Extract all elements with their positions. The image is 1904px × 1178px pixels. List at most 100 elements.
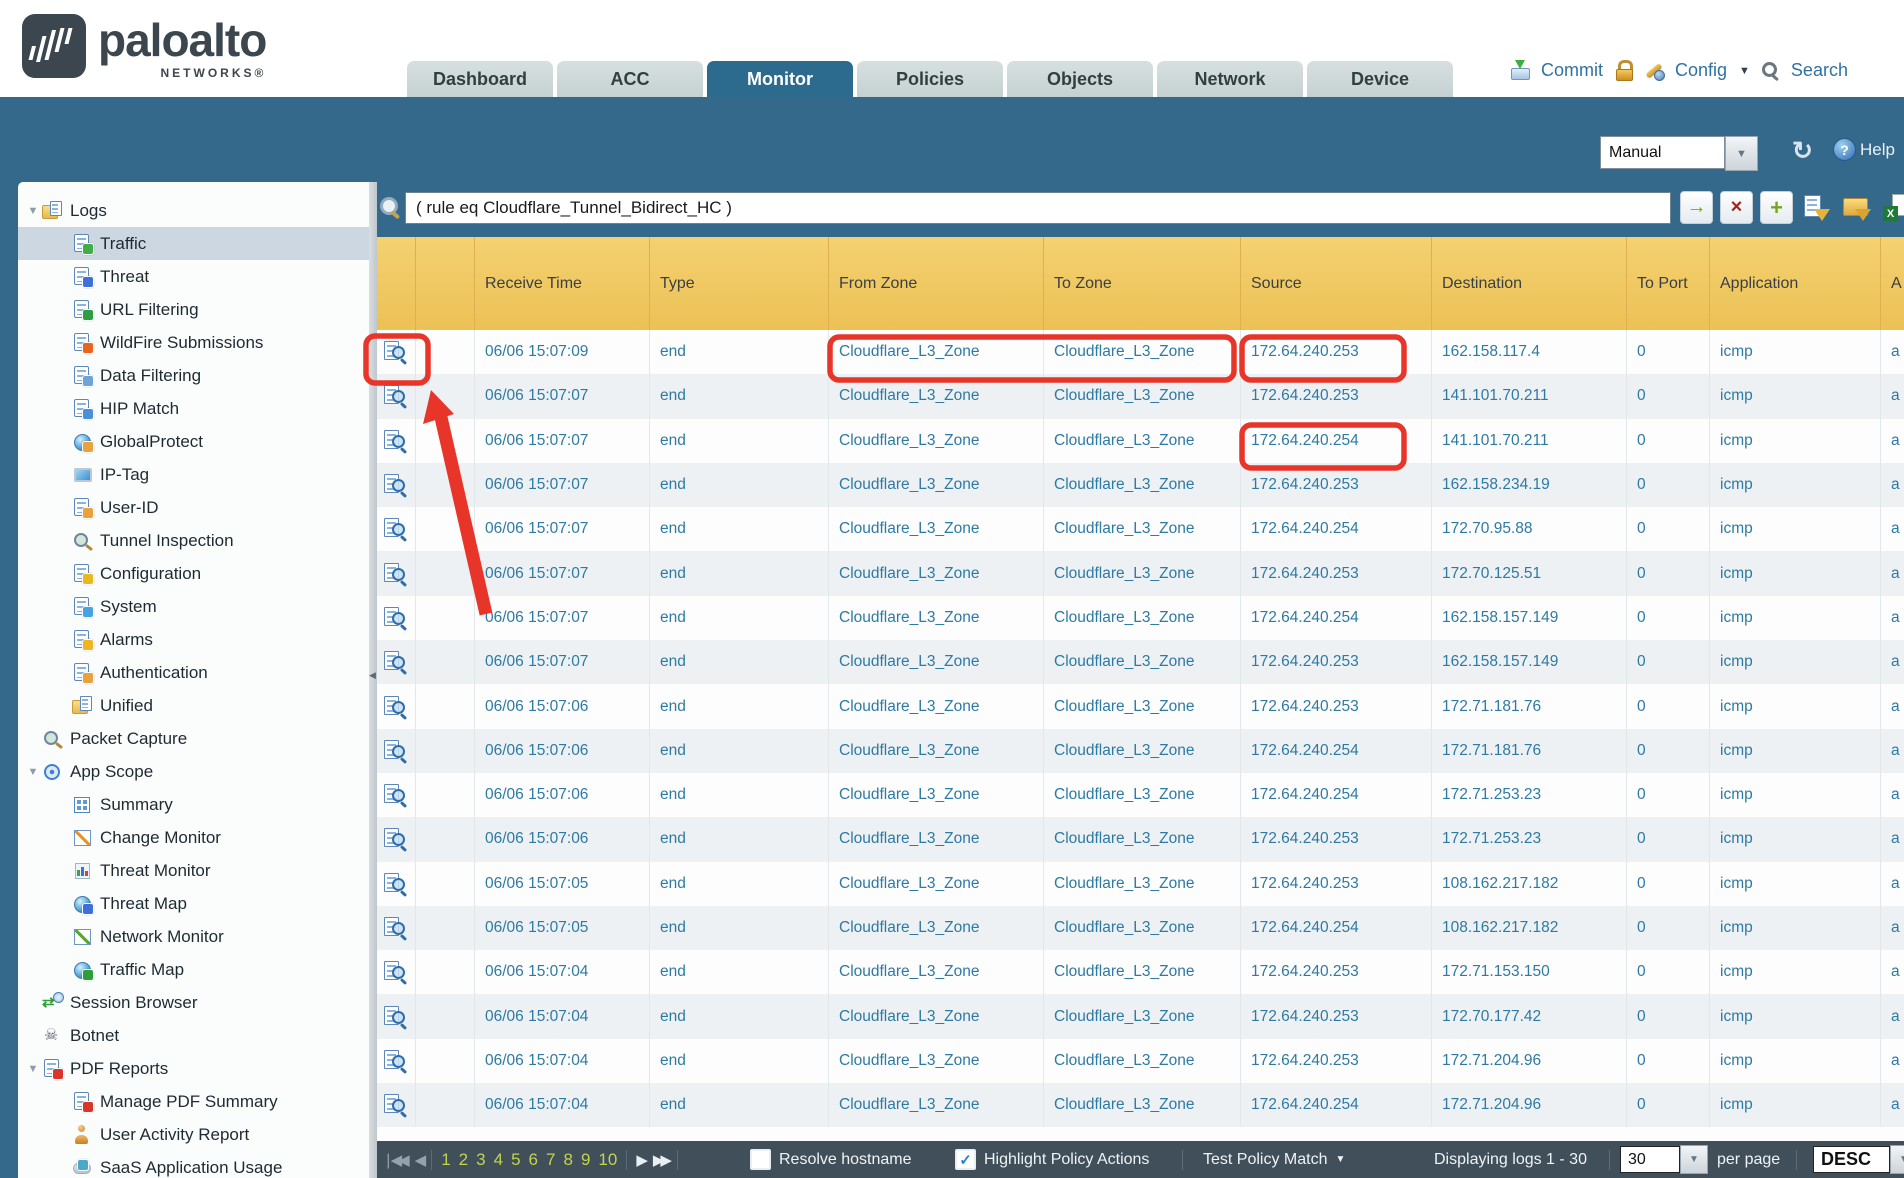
- tab-objects[interactable]: Objects: [1007, 61, 1153, 97]
- sidebar-item-session-browser[interactable]: Session Browser: [18, 986, 369, 1019]
- log-row[interactable]: 06/06 15:07:06endCloudflare_L3_ZoneCloud…: [377, 773, 1904, 817]
- clear-filter-button[interactable]: ×: [1720, 191, 1753, 224]
- log-detail-icon[interactable]: [383, 827, 407, 851]
- refresh-mode-select[interactable]: Manual ▼: [1600, 136, 1758, 171]
- expander-icon[interactable]: ▼: [24, 205, 42, 217]
- expander-icon[interactable]: ▼: [24, 1063, 42, 1075]
- log-row[interactable]: 06/06 15:07:07endCloudflare_L3_ZoneCloud…: [377, 596, 1904, 640]
- log-row[interactable]: 06/06 15:07:05endCloudflare_L3_ZoneCloud…: [377, 862, 1904, 906]
- refresh-icon[interactable]: ↻: [1792, 136, 1813, 167]
- log-detail-icon[interactable]: [383, 473, 407, 497]
- resolve-hostname-checkbox[interactable]: [750, 1149, 771, 1170]
- log-detail-icon[interactable]: [383, 384, 407, 408]
- export-button[interactable]: [1880, 191, 1904, 224]
- sidebar-item-tunnel-inspection[interactable]: Tunnel Inspection: [18, 524, 369, 557]
- sidebar-item-logs[interactable]: ▼Logs: [18, 194, 369, 227]
- expander-icon[interactable]: ▼: [24, 766, 42, 778]
- sidebar-item-wildfire-submissions[interactable]: WildFire Submissions: [18, 326, 369, 359]
- page-number-7[interactable]: 7: [546, 1150, 555, 1170]
- sort-order-select[interactable]: DESC: [1813, 1146, 1890, 1173]
- log-row[interactable]: 06/06 15:07:05endCloudflare_L3_ZoneCloud…: [377, 906, 1904, 950]
- sidebar-item-saas-application-usage[interactable]: SaaS Application Usage: [18, 1151, 369, 1178]
- log-detail-icon[interactable]: [383, 695, 407, 719]
- sidebar-item-botnet[interactable]: Botnet: [18, 1019, 369, 1052]
- page-number-3[interactable]: 3: [476, 1150, 485, 1170]
- test-policy-match-button[interactable]: Test Policy Match: [1203, 1151, 1327, 1169]
- filter-builder-button[interactable]: [1800, 191, 1833, 224]
- log-row[interactable]: 06/06 15:07:06endCloudflare_L3_ZoneCloud…: [377, 729, 1904, 773]
- log-row[interactable]: 06/06 15:07:07endCloudflare_L3_ZoneCloud…: [377, 507, 1904, 551]
- column-header-source[interactable]: Source: [1241, 237, 1432, 330]
- tab-policies[interactable]: Policies: [857, 61, 1003, 97]
- log-row[interactable]: 06/06 15:07:07endCloudflare_L3_ZoneCloud…: [377, 419, 1904, 463]
- log-row[interactable]: 06/06 15:07:07endCloudflare_L3_ZoneCloud…: [377, 551, 1904, 595]
- column-header-a[interactable]: A: [1881, 237, 1904, 330]
- sidebar-item-alarms[interactable]: Alarms: [18, 623, 369, 656]
- tab-device[interactable]: Device: [1307, 61, 1453, 97]
- column-header-application[interactable]: Application: [1710, 237, 1881, 330]
- column-header-destination[interactable]: Destination: [1432, 237, 1627, 330]
- log-detail-icon[interactable]: [383, 340, 407, 364]
- log-row[interactable]: 06/06 15:07:06endCloudflare_L3_ZoneCloud…: [377, 684, 1904, 728]
- sidebar-item-manage-pdf-summary[interactable]: Manage PDF Summary: [18, 1085, 369, 1118]
- log-detail-icon[interactable]: [383, 739, 407, 763]
- page-number-6[interactable]: 6: [529, 1150, 538, 1170]
- log-row[interactable]: 06/06 15:07:07endCloudflare_L3_ZoneCloud…: [377, 463, 1904, 507]
- sidebar-item-data-filtering[interactable]: Data Filtering: [18, 359, 369, 392]
- column-header-0[interactable]: [377, 237, 416, 330]
- help-icon[interactable]: ?: [1833, 138, 1856, 161]
- add-filter-button[interactable]: +: [1760, 191, 1793, 224]
- sidebar-item-traffic[interactable]: Traffic: [18, 227, 369, 260]
- prev-page-icon[interactable]: ◀: [415, 1151, 423, 1169]
- sidebar-item-pdf-reports[interactable]: ▼PDF Reports: [18, 1052, 369, 1085]
- log-row[interactable]: 06/06 15:07:09endCloudflare_L3_ZoneCloud…: [377, 330, 1904, 374]
- sidebar-item-unified[interactable]: Unified: [18, 689, 369, 722]
- page-number-2[interactable]: 2: [459, 1150, 468, 1170]
- page-number-8[interactable]: 8: [563, 1150, 572, 1170]
- page-number-10[interactable]: 10: [598, 1150, 617, 1170]
- log-row[interactable]: 06/06 15:07:06endCloudflare_L3_ZoneCloud…: [377, 817, 1904, 861]
- sidebar-item-configuration[interactable]: Configuration: [18, 557, 369, 590]
- sidebar-item-url-filtering[interactable]: URL Filtering: [18, 293, 369, 326]
- lock-icon[interactable]: [1613, 60, 1634, 81]
- log-detail-icon[interactable]: [383, 429, 407, 453]
- sidebar-item-change-monitor[interactable]: Change Monitor: [18, 821, 369, 854]
- sidebar-item-threat-map[interactable]: Threat Map: [18, 887, 369, 920]
- tab-acc[interactable]: ACC: [557, 61, 703, 97]
- tab-network[interactable]: Network: [1157, 61, 1303, 97]
- last-page-icon[interactable]: ▶▶: [653, 1151, 668, 1169]
- log-row[interactable]: 06/06 15:07:07endCloudflare_L3_ZoneCloud…: [377, 374, 1904, 418]
- page-number-9[interactable]: 9: [581, 1150, 590, 1170]
- sidebar-item-threat[interactable]: Threat: [18, 260, 369, 293]
- highlight-policy-actions-checkbox[interactable]: [955, 1149, 976, 1170]
- log-detail-icon[interactable]: [383, 960, 407, 984]
- sidebar-item-ip-tag[interactable]: IP-Tag: [18, 458, 369, 491]
- column-header-1[interactable]: [416, 237, 475, 330]
- collapse-sidebar-icon[interactable]: ◀: [369, 670, 376, 681]
- log-detail-icon[interactable]: [383, 916, 407, 940]
- sidebar-item-app-scope[interactable]: ▼App Scope: [18, 755, 369, 788]
- sidebar-item-authentication[interactable]: Authentication: [18, 656, 369, 689]
- config-button[interactable]: Config: [1675, 60, 1727, 81]
- log-row[interactable]: 06/06 15:07:04endCloudflare_L3_ZoneCloud…: [377, 950, 1904, 994]
- apply-filter-button[interactable]: →: [1680, 191, 1713, 224]
- column-header-type[interactable]: Type: [650, 237, 829, 330]
- column-header-from-zone[interactable]: From Zone: [829, 237, 1044, 330]
- log-detail-icon[interactable]: [383, 1005, 407, 1029]
- sidebar-item-globalprotect[interactable]: GlobalProtect: [18, 425, 369, 458]
- log-filter-input[interactable]: [405, 192, 1671, 224]
- log-detail-icon[interactable]: [383, 650, 407, 674]
- column-header-receive-time[interactable]: Receive Time: [475, 237, 650, 330]
- log-detail-icon[interactable]: [383, 1093, 407, 1117]
- sidebar-splitter[interactable]: ◀: [369, 182, 377, 1178]
- sidebar-item-user-activity-report[interactable]: User Activity Report: [18, 1118, 369, 1151]
- column-header-to-port[interactable]: To Port: [1627, 237, 1710, 330]
- sidebar-item-hip-match[interactable]: HIP Match: [18, 392, 369, 425]
- log-row[interactable]: 06/06 15:07:07endCloudflare_L3_ZoneCloud…: [377, 640, 1904, 684]
- log-detail-icon[interactable]: [383, 562, 407, 586]
- log-row[interactable]: 06/06 15:07:04endCloudflare_L3_ZoneCloud…: [377, 994, 1904, 1038]
- sidebar-item-traffic-map[interactable]: Traffic Map: [18, 953, 369, 986]
- refresh-mode-caret-icon[interactable]: ▼: [1725, 136, 1758, 171]
- page-number-4[interactable]: 4: [494, 1150, 503, 1170]
- log-detail-icon[interactable]: [383, 1049, 407, 1073]
